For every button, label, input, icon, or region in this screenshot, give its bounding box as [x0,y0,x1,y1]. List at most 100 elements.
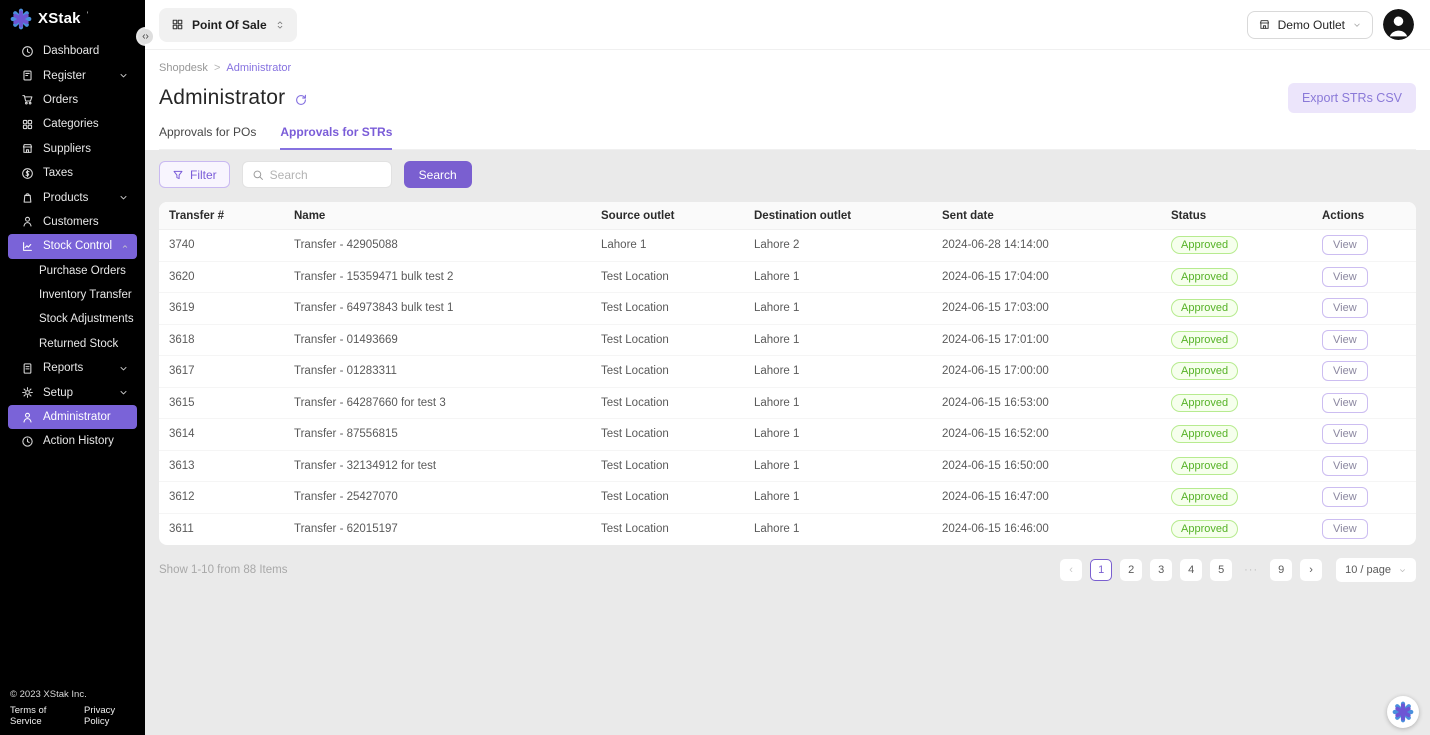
table-body: 3740 Transfer - 42905088 Lahore 1 Lahore… [159,230,1416,545]
stock-control-icon [21,240,34,253]
view-button[interactable]: View [1322,330,1368,350]
cell-name: Transfer - 01283311 [284,365,591,377]
cell-transfer-number: 3612 [159,491,284,503]
pagination-page-5[interactable]: 5 [1210,559,1232,581]
column-header-source-outlet: Source outlet [591,210,744,222]
sidebar-item-inventory-transfer[interactable]: Inventory Transfer [8,283,137,307]
export-strs-csv-button[interactable]: Export STRs CSV [1288,83,1416,113]
filter-button[interactable]: Filter [159,161,230,188]
sidebar-item-suppliers[interactable]: Suppliers [8,137,137,161]
user-avatar[interactable] [1383,9,1414,40]
view-button[interactable]: View [1322,267,1368,287]
cell-destination-outlet: Lahore 2 [744,239,932,251]
view-button[interactable]: View [1322,487,1368,507]
cell-sent-date: 2024-06-15 17:00:00 [932,365,1161,377]
status-badge: Approved [1171,236,1238,254]
cell-transfer-number: 3611 [159,523,284,535]
search-button[interactable]: Search [404,161,472,188]
chevron-down-icon [118,387,129,398]
cell-name: Transfer - 01493669 [284,334,591,346]
footer-link-privacy-policy[interactable]: Privacy Policy [84,705,135,727]
products-icon [21,191,34,204]
view-button[interactable]: View [1322,424,1368,444]
sidebar-footer: © 2023 XStak Inc. Terms of Service Priva… [0,683,145,735]
view-button[interactable]: View [1322,456,1368,476]
view-button[interactable]: View [1322,393,1368,413]
pagination-page-[interactable]: ··· [1240,559,1262,581]
topbar: Point Of Sale Demo Outlet [145,0,1430,50]
view-button[interactable]: View [1322,519,1368,539]
page-size-select[interactable]: 10 / page [1336,558,1416,582]
cell-transfer-number: 3614 [159,428,284,440]
search-input[interactable] [270,168,382,182]
chevron-down-icon [118,363,129,374]
customers-icon [21,215,34,228]
sidebar-item-returned-stock[interactable]: Returned Stock [8,332,137,356]
sidebar-item-dashboard[interactable]: Dashboard [8,39,137,63]
sidebar-item-stock-adjustments[interactable]: Stock Adjustments [8,307,137,331]
pagination-page-9[interactable]: 9 [1270,559,1292,581]
cell-name: Transfer - 64287660 for test 3 [284,397,591,409]
collapse-arrows-icon [141,32,150,41]
sidebar-item-products[interactable]: Products [8,185,137,209]
grid-icon [171,18,184,31]
status-badge: Approved [1171,299,1238,317]
sidebar-item-orders[interactable]: Orders [8,88,137,112]
tab-approvals-for-pos[interactable]: Approvals for POs [159,125,256,150]
pagination-page-2[interactable]: 2 [1120,559,1142,581]
cell-name: Transfer - 87556815 [284,428,591,440]
view-button[interactable]: View [1322,298,1368,318]
sidebar-collapse-toggle[interactable] [138,29,153,44]
sidebar-item-label: Suppliers [43,143,129,155]
sidebar-item-taxes[interactable]: Taxes [8,161,137,185]
status-badge: Approved [1171,394,1238,412]
cell-destination-outlet: Lahore 1 [744,334,932,346]
sidebar-item-purchase-orders[interactable]: Purchase Orders [8,259,137,283]
cell-name: Transfer - 42905088 [284,239,591,251]
column-header-status: Status [1161,210,1312,222]
pagination-next-button[interactable]: › [1300,559,1322,581]
sidebar-item-customers[interactable]: Customers [8,210,137,234]
sidebar-nav: Dashboard Register Orders Cat [0,36,145,454]
main-area: Point Of Sale Demo Outlet Shopdesk > Adm… [145,0,1430,735]
xstak-flower-icon [1392,701,1414,723]
table-header-row: Transfer # Name Source outlet Destinatio… [159,202,1416,230]
pagination-page-3[interactable]: 3 [1150,559,1172,581]
cell-source-outlet: Test Location [591,523,744,535]
sidebar-item-register[interactable]: Register [8,63,137,87]
cell-transfer-number: 3740 [159,239,284,251]
sidebar-item-reports[interactable]: Reports [8,356,137,380]
sidebar-item-administrator[interactable]: Administrator [8,405,137,429]
sidebar-item-setup[interactable]: Setup [8,380,137,404]
cell-transfer-number: 3620 [159,271,284,283]
table-row: 3740 Transfer - 42905088 Lahore 1 Lahore… [159,230,1416,262]
tabs: Approvals for POs Approvals for STRs [159,125,1416,150]
view-button[interactable]: View [1322,235,1368,255]
breadcrumb-shopdesk[interactable]: Shopdesk [159,62,208,74]
app-switcher-label: Point Of Sale [192,18,267,32]
cell-sent-date: 2024-06-15 16:47:00 [932,491,1161,503]
pagination-prev-button[interactable]: ‹ [1060,559,1082,581]
cell-name: Transfer - 25427070 [284,491,591,503]
pagination-page-4[interactable]: 4 [1180,559,1202,581]
pagination-page-1[interactable]: 1 [1090,559,1112,581]
view-button[interactable]: View [1322,361,1368,381]
brand-fab-button[interactable] [1387,696,1419,728]
refresh-icon[interactable] [294,93,308,107]
sidebar-item-stock-control[interactable]: Stock Control [8,234,137,258]
app-switcher-button[interactable]: Point Of Sale [159,8,297,42]
footer-link-terms-of-service[interactable]: Terms of Service [10,705,71,727]
status-badge: Approved [1171,425,1238,443]
sidebar-item-categories[interactable]: Categories [8,112,137,136]
sidebar-item-action-history[interactable]: Action History [8,429,137,453]
tab-approvals-for-strs[interactable]: Approvals for STRs [280,125,392,150]
sidebar-item-label: Stock Adjustments [39,313,134,325]
breadcrumb-administrator[interactable]: Administrator [226,62,291,74]
table-row: 3617 Transfer - 01283311 Test Location L… [159,356,1416,388]
sidebar-item-label: Inventory Transfer [39,289,132,301]
cell-source-outlet: Test Location [591,397,744,409]
sidebar-item-label: Customers [43,216,129,228]
outlet-selector[interactable]: Demo Outlet [1247,11,1373,39]
filter-button-label: Filter [190,168,217,182]
suppliers-icon [21,142,34,155]
